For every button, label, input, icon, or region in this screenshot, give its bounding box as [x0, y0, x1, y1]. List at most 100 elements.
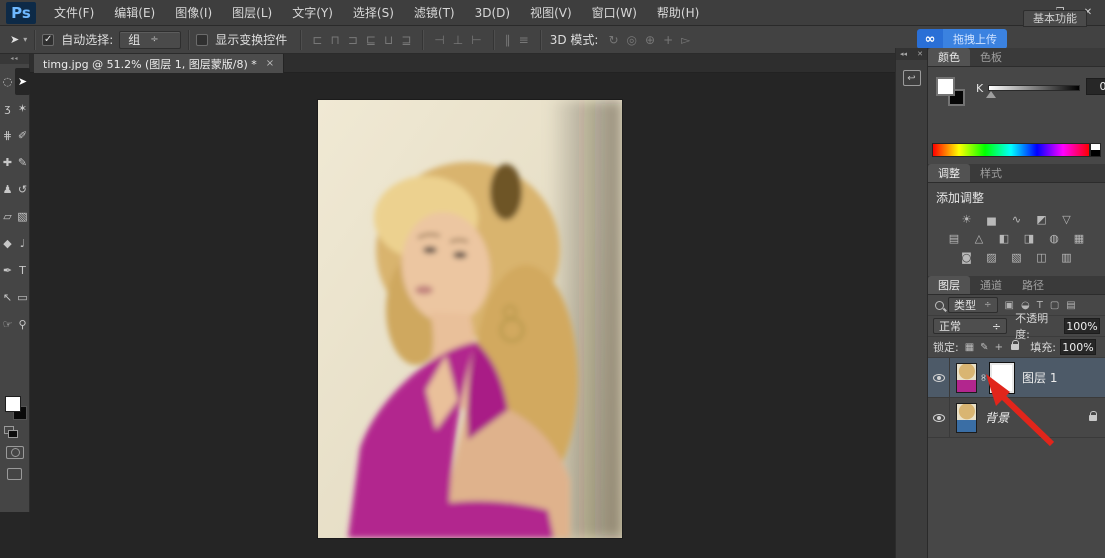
- menu-window[interactable]: 窗口(W): [582, 0, 647, 26]
- tab-swatches[interactable]: 色板: [970, 48, 1012, 66]
- clone-stamp-tool[interactable]: ♟: [0, 176, 15, 203]
- menu-select[interactable]: 选择(S): [343, 0, 404, 26]
- k-value-field[interactable]: 0: [1086, 78, 1105, 95]
- foreground-color-swatch[interactable]: [5, 396, 21, 412]
- photo-filter-icon[interactable]: ◨: [1020, 231, 1038, 246]
- layer1-name[interactable]: 图层 1: [1022, 369, 1057, 386]
- k-slider-thumb[interactable]: [986, 91, 996, 98]
- layer1-mask-thumbnail[interactable]: [990, 363, 1014, 393]
- menu-layer[interactable]: 图层(L): [222, 0, 282, 26]
- filter-pixel-icon[interactable]: ▣: [1005, 300, 1014, 311]
- k-slider[interactable]: [988, 85, 1080, 91]
- move-tool[interactable]: ➤: [15, 68, 30, 95]
- workspace-switcher[interactable]: 基本功能: [1023, 10, 1087, 27]
- eye-icon[interactable]: [933, 374, 945, 382]
- drag-upload-button[interactable]: ∞ 拖拽上传: [917, 29, 1007, 49]
- tab-color[interactable]: 颜色: [928, 48, 970, 66]
- document-tab[interactable]: timg.jpg @ 51.2% (图层 1, 图层蒙版/8) * ×: [34, 54, 284, 73]
- history-brush-tool[interactable]: ↺: [15, 176, 30, 203]
- filter-shape-icon[interactable]: ▢: [1050, 300, 1059, 311]
- filter-kind-dropdown[interactable]: 类型 ÷: [948, 297, 998, 313]
- menu-view[interactable]: 视图(V): [520, 0, 582, 26]
- shape-tool[interactable]: ▭: [15, 284, 30, 311]
- blur-tool[interactable]: ◆: [0, 230, 15, 257]
- tab-adjustments[interactable]: 调整: [928, 164, 970, 182]
- layer-row-layer1[interactable]: ∞ 图层 1: [928, 358, 1105, 398]
- hand-tool[interactable]: ☞: [0, 311, 15, 338]
- magic-wand-tool[interactable]: ✶: [15, 95, 30, 122]
- layer-row-background[interactable]: 背景: [928, 398, 1105, 438]
- blend-mode-dropdown[interactable]: 正常 ÷: [933, 318, 1007, 334]
- eraser-tool[interactable]: ▱: [0, 203, 15, 230]
- menu-file[interactable]: 文件(F): [44, 0, 104, 26]
- posterize-icon[interactable]: ▨: [983, 250, 1001, 265]
- black-white-icon[interactable]: ◧: [995, 231, 1013, 246]
- tool-preset-chevron-icon[interactable]: ▾: [23, 35, 27, 44]
- color-balance-icon[interactable]: △: [970, 231, 988, 246]
- history-panel-icon[interactable]: ↩: [903, 70, 921, 86]
- curves-icon[interactable]: ∿: [1008, 212, 1026, 227]
- healing-brush-tool[interactable]: ✚: [0, 149, 15, 176]
- lock-transparency-icon[interactable]: ▦: [965, 342, 974, 353]
- lock-position-icon[interactable]: +: [995, 342, 1003, 353]
- type-tool[interactable]: T: [15, 257, 30, 284]
- filter-adjustment-icon[interactable]: ◒: [1021, 300, 1030, 311]
- gradient-tool[interactable]: ▧: [15, 203, 30, 230]
- layer1-thumbnail[interactable]: [956, 363, 977, 393]
- tab-close-icon[interactable]: ×: [266, 58, 274, 69]
- show-transform-checkbox[interactable]: ✓: [196, 34, 208, 46]
- zoom-tool[interactable]: ⚲: [15, 311, 30, 338]
- marquee-tool[interactable]: ◌: [0, 68, 15, 95]
- mask-link-icon[interactable]: ∞: [978, 372, 989, 384]
- color-spectrum-ramp[interactable]: [932, 143, 1090, 157]
- menu-type[interactable]: 文字(Y): [282, 0, 343, 26]
- visibility-cell[interactable]: [928, 398, 950, 437]
- crop-tool[interactable]: ⋕: [0, 122, 15, 149]
- canvas-image[interactable]: [318, 100, 622, 538]
- screen-mode-button[interactable]: [7, 468, 22, 480]
- lock-all-icon[interactable]: [1011, 344, 1019, 350]
- menu-image[interactable]: 图像(I): [165, 0, 222, 26]
- background-name[interactable]: 背景: [985, 409, 1009, 426]
- lock-pixels-icon[interactable]: ✎: [980, 342, 988, 353]
- exposure-icon[interactable]: ◩: [1033, 212, 1051, 227]
- menu-edit[interactable]: 编辑(E): [104, 0, 165, 26]
- spectrum-bw-swatches[interactable]: [1090, 143, 1101, 157]
- lasso-tool[interactable]: ʒ: [0, 95, 15, 122]
- menu-filter[interactable]: 滤镜(T): [404, 0, 465, 26]
- threshold-icon[interactable]: ▧: [1008, 250, 1026, 265]
- dodge-tool[interactable]: ♩: [15, 230, 30, 257]
- levels-icon[interactable]: ▅: [983, 212, 1001, 227]
- opacity-field[interactable]: 100%: [1064, 318, 1100, 334]
- channel-mixer-icon[interactable]: ◍: [1045, 231, 1063, 246]
- pen-tool[interactable]: ✒: [0, 257, 15, 284]
- brightness-contrast-icon[interactable]: ☀: [958, 212, 976, 227]
- vibrance-icon[interactable]: ▽: [1058, 212, 1076, 227]
- filter-type-icon[interactable]: T: [1037, 300, 1043, 311]
- tab-styles[interactable]: 样式: [970, 164, 1012, 182]
- invert-icon[interactable]: ◙: [958, 250, 976, 265]
- menu-help[interactable]: 帮助(H): [647, 0, 709, 26]
- eye-icon[interactable]: [933, 414, 945, 422]
- collapse-tools-icon[interactable]: ◂◂: [0, 54, 29, 64]
- quick-mask-button[interactable]: [6, 446, 24, 459]
- tab-layers[interactable]: 图层: [928, 276, 970, 294]
- gradient-map-icon[interactable]: ▥: [1058, 250, 1076, 265]
- tab-paths[interactable]: 路径: [1012, 276, 1054, 294]
- path-select-tool[interactable]: ↖: [0, 284, 15, 311]
- menu-3d[interactable]: 3D(D): [465, 0, 520, 26]
- auto-select-dropdown[interactable]: 组 ÷: [119, 31, 181, 49]
- tab-channels[interactable]: 通道: [970, 276, 1012, 294]
- background-thumbnail[interactable]: [956, 403, 977, 433]
- panel-foreground-swatch[interactable]: [936, 77, 955, 96]
- hue-saturation-icon[interactable]: ▤: [945, 231, 963, 246]
- filter-smart-object-icon[interactable]: ▤: [1066, 300, 1075, 311]
- strip-close-icon[interactable]: ✕: [917, 50, 923, 58]
- eyedropper-tool[interactable]: ✐: [15, 122, 30, 149]
- default-colors-icon[interactable]: [4, 426, 14, 434]
- color-lookup-icon[interactable]: ▦: [1070, 231, 1088, 246]
- selective-color-icon[interactable]: ◫: [1033, 250, 1051, 265]
- fill-field[interactable]: 100%: [1060, 339, 1096, 355]
- expand-panels-icon[interactable]: ◂◂: [900, 50, 907, 58]
- visibility-cell[interactable]: [928, 358, 950, 397]
